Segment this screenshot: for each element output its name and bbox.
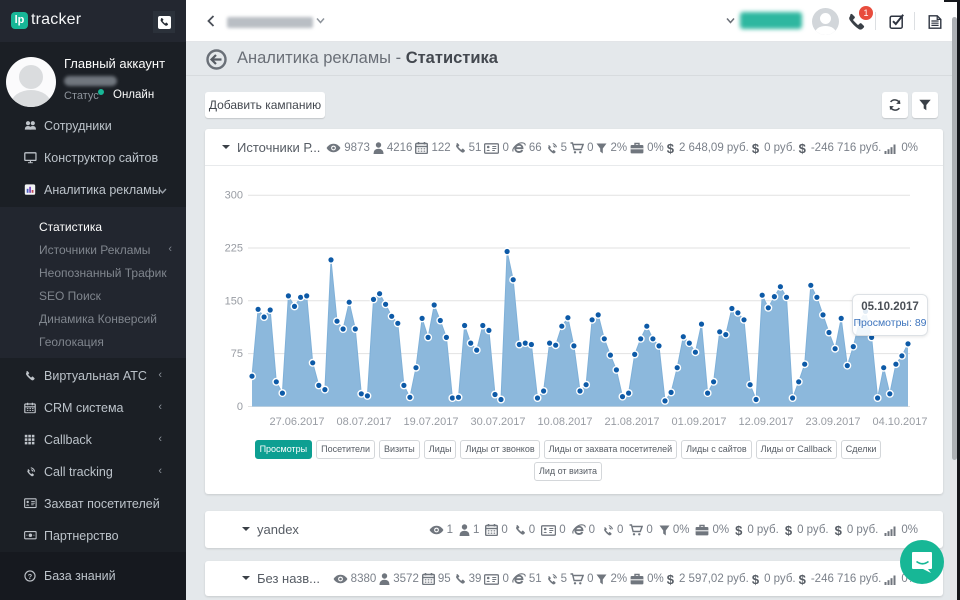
svg-text:08.07.2017: 08.07.2017 [336, 416, 391, 428]
svg-text:27.06.2017: 27.06.2017 [269, 416, 324, 428]
svg-text:12.09.2017: 12.09.2017 [738, 416, 793, 428]
svg-text:?: ? [28, 572, 32, 581]
svg-text:0: 0 [237, 401, 243, 413]
svg-text:23.09.2017: 23.09.2017 [805, 416, 860, 428]
svg-text:21.08.2017: 21.08.2017 [604, 416, 659, 428]
svg-text:225: 225 [225, 243, 243, 255]
svg-text:300: 300 [225, 190, 243, 202]
svg-text:01.09.2017: 01.09.2017 [671, 416, 726, 428]
svg-text:75: 75 [231, 348, 243, 360]
svg-text:04.10.2017: 04.10.2017 [872, 416, 927, 428]
svg-text:150: 150 [225, 295, 243, 307]
svg-text:30.07.2017: 30.07.2017 [470, 416, 525, 428]
svg-text:19.07.2017: 19.07.2017 [403, 416, 458, 428]
svg-text:10.08.2017: 10.08.2017 [537, 416, 592, 428]
